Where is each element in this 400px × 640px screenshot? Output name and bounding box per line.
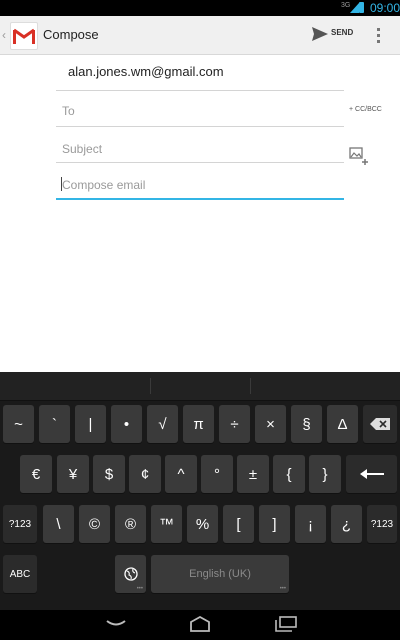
divider <box>56 90 344 91</box>
divider <box>56 126 344 127</box>
gmail-logo-icon[interactable] <box>10 22 38 50</box>
signal-icon <box>350 3 359 13</box>
divider <box>56 162 344 163</box>
cc-bcc-button[interactable]: + CC/BCC <box>349 106 382 113</box>
backspace-icon <box>370 418 390 430</box>
enter-icon <box>359 469 384 479</box>
up-caret-icon[interactable]: ‹ <box>2 28 6 42</box>
key[interactable]: { <box>273 455 305 493</box>
send-icon <box>312 27 328 41</box>
network-type: 3G <box>341 2 351 9</box>
key[interactable]: ¿ <box>331 505 362 543</box>
action-bar: ‹ Compose SEND <box>0 16 400 55</box>
suggestion-strip <box>0 372 400 401</box>
home-icon[interactable] <box>188 616 212 632</box>
attach-image-icon[interactable] <box>349 146 369 166</box>
to-field[interactable]: To <box>62 104 75 118</box>
space-bar-label: English (UK) <box>189 568 251 580</box>
recent-apps-icon[interactable] <box>274 616 298 632</box>
key[interactable]: ® <box>115 505 146 543</box>
page-title: Compose <box>43 27 99 42</box>
language-key[interactable]: ••• <box>115 555 146 593</box>
symbols-toggle-key[interactable]: ?123 <box>3 505 37 543</box>
focused-underline <box>56 198 344 200</box>
key[interactable]: ¢ <box>129 455 161 493</box>
subject-field[interactable]: Subject <box>62 142 102 156</box>
symbols-toggle-key[interactable]: ?123 <box>367 505 397 543</box>
key[interactable]: ~ <box>3 405 34 443</box>
key[interactable]: ± <box>237 455 269 493</box>
key[interactable]: © <box>79 505 110 543</box>
key[interactable]: $ <box>93 455 125 493</box>
key[interactable]: × <box>255 405 286 443</box>
space-bar[interactable]: English (UK) ••• <box>151 555 289 593</box>
from-address: alan.jones.wm@gmail.com <box>68 64 224 79</box>
key[interactable]: } <box>309 455 341 493</box>
key[interactable]: ° <box>201 455 233 493</box>
key[interactable]: • <box>111 405 142 443</box>
key[interactable]: √ <box>147 405 178 443</box>
body-placeholder: Compose email <box>62 178 146 192</box>
key[interactable]: % <box>187 505 218 543</box>
overflow-menu-icon[interactable] <box>374 27 382 45</box>
back-icon[interactable] <box>105 616 127 630</box>
key[interactable]: ` <box>39 405 70 443</box>
key[interactable]: ] <box>259 505 290 543</box>
backspace-key[interactable] <box>363 405 397 443</box>
navigation-bar <box>0 610 400 640</box>
abc-toggle-key[interactable]: ABC <box>3 555 37 593</box>
battery-icon <box>359 2 364 13</box>
key[interactable]: ™ <box>151 505 182 543</box>
key[interactable]: \ <box>43 505 74 543</box>
status-bar: 3G 09:00 <box>0 0 400 16</box>
key[interactable]: π <box>183 405 214 443</box>
key[interactable]: ÷ <box>219 405 250 443</box>
globe-icon <box>123 567 138 581</box>
key[interactable]: [ <box>223 505 254 543</box>
key[interactable]: Δ <box>327 405 358 443</box>
key[interactable]: € <box>20 455 52 493</box>
key[interactable]: | <box>75 405 106 443</box>
key[interactable]: ^ <box>165 455 197 493</box>
enter-key[interactable] <box>346 455 397 493</box>
clock: 09:00 <box>370 1 400 15</box>
key[interactable]: § <box>291 405 322 443</box>
key[interactable]: ¥ <box>57 455 89 493</box>
soft-keyboard: ~ ` | • √ π ÷ × § Δ € ¥ $ ¢ ^ ° ± { } ?1… <box>0 372 400 610</box>
send-label: SEND <box>331 28 354 37</box>
key[interactable]: ¡ <box>295 505 326 543</box>
